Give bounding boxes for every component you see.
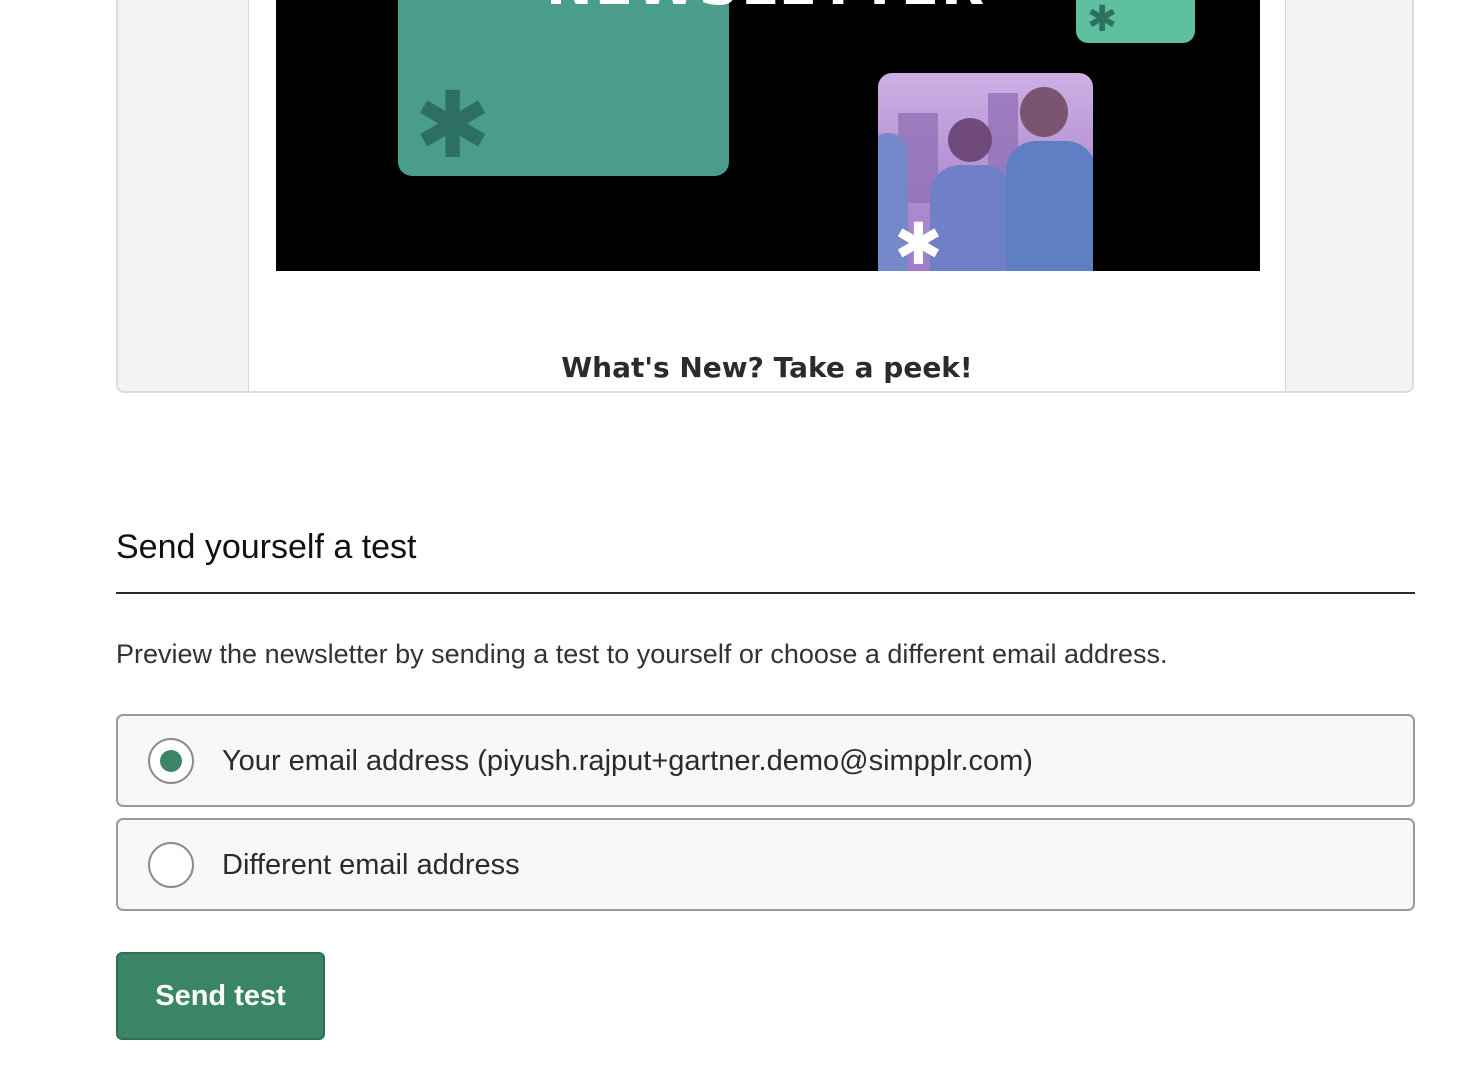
page: NEWSLETTER ✱ ✱ ✱ What's New? Take a peek… [0,0,1464,1084]
asterisk-icon: ✱ [1087,0,1118,40]
section-description: Preview the newsletter by sending a test… [116,639,1168,669]
asterisk-icon: ✱ [414,72,492,179]
newsletter-preview-email: NEWSLETTER ✱ ✱ ✱ What's New? Take a peek… [248,0,1286,391]
radio-option-label: Your email address (piyush.rajput+gartne… [222,744,1033,777]
section-divider [116,592,1415,594]
send-test-button[interactable]: Send test [116,952,325,1040]
radio-button-selected[interactable] [148,737,194,784]
radio-option-label: Different email address [222,848,520,881]
newsletter-banner-image: NEWSLETTER ✱ ✱ ✱ [276,0,1260,271]
banner-title: NEWSLETTER [506,0,1026,14]
radio-option-your-email[interactable]: Your email address (piyush.rajput+gartne… [116,714,1415,807]
section-title: Send yourself a test [116,528,417,566]
asterisk-icon: ✱ [894,210,943,271]
newsletter-preview-frame: NEWSLETTER ✱ ✱ ✱ What's New? Take a peek… [116,0,1414,393]
banner-photo: ✱ [878,73,1093,271]
radio-option-different-email[interactable]: Different email address [116,818,1415,911]
preview-heading: What's New? Take a peek! [561,351,973,384]
radio-button[interactable] [148,841,194,888]
